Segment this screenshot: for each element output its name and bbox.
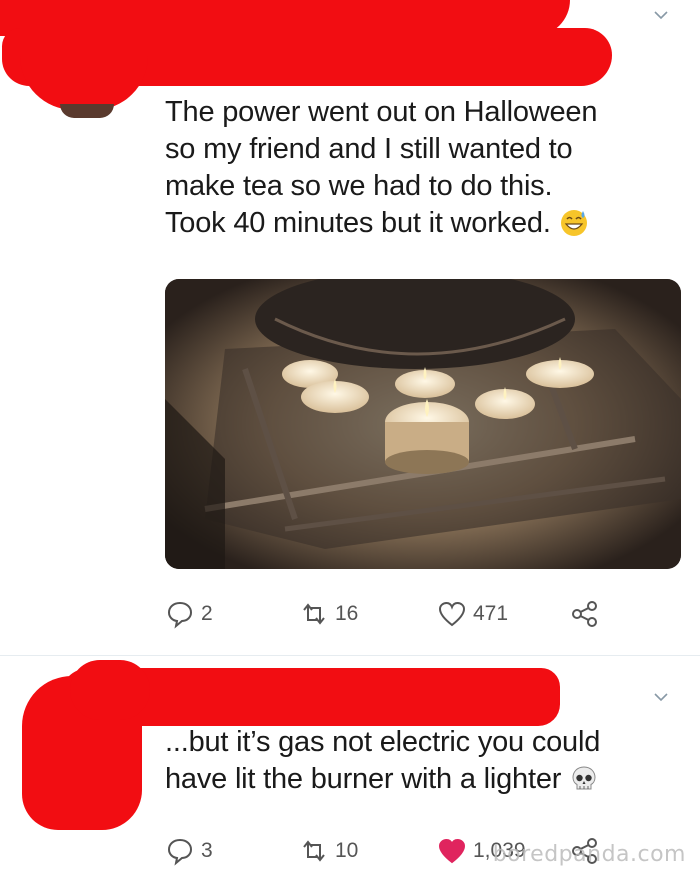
tweet-divider xyxy=(0,655,700,656)
reply-icon xyxy=(167,838,193,866)
share-icon xyxy=(572,601,597,627)
tweet-line: make tea so we had to do this. xyxy=(165,170,553,202)
heart-icon xyxy=(438,601,466,627)
tweet-line: so my friend and I still wanted to xyxy=(165,133,573,165)
chevron-down-icon[interactable] xyxy=(654,690,668,704)
tweet-text: The power went out on Halloween so my fr… xyxy=(165,94,597,242)
like-count: 471 xyxy=(473,602,509,625)
redaction-avatar-2b xyxy=(70,660,150,720)
heart-filled-icon xyxy=(438,838,466,864)
reply-count: 2 xyxy=(201,602,213,625)
retweet-count: 10 xyxy=(335,839,359,862)
reply-button[interactable]: 3 xyxy=(165,834,213,868)
retweet-icon xyxy=(303,840,325,862)
grinning-sweat-emoji-icon xyxy=(560,210,587,236)
reply-count: 3 xyxy=(201,839,213,862)
watermark: boredpanda.com xyxy=(492,842,686,867)
like-button[interactable]: 471 xyxy=(437,597,508,631)
retweet-count: 16 xyxy=(335,602,359,625)
reply-text: ...but it’s gas not electric you could h… xyxy=(165,724,600,798)
tealight-stove-image xyxy=(165,279,681,569)
chevron-down-icon[interactable] xyxy=(654,8,668,22)
retweet-button[interactable]: 10 xyxy=(299,834,358,868)
reply-icon xyxy=(167,601,193,629)
share-button[interactable] xyxy=(570,597,600,631)
tweet-line: Took 40 minutes but it worked. xyxy=(165,207,551,239)
skull-emoji-icon xyxy=(572,766,596,790)
tweet-photo[interactable] xyxy=(165,279,681,569)
tweet-actions: 2 16 471 xyxy=(165,597,625,631)
avatar[interactable] xyxy=(60,104,114,118)
tweet-line: ...but it’s gas not electric you could xyxy=(165,726,601,758)
tweet-line: The power went out on Halloween xyxy=(165,96,598,128)
tweet-line: have lit the burner with a lighter xyxy=(165,763,562,795)
retweet-icon xyxy=(303,603,325,625)
redaction-avatar-1 xyxy=(20,56,148,110)
retweet-button[interactable]: 16 xyxy=(299,597,358,631)
reply-button[interactable]: 2 xyxy=(165,597,213,631)
